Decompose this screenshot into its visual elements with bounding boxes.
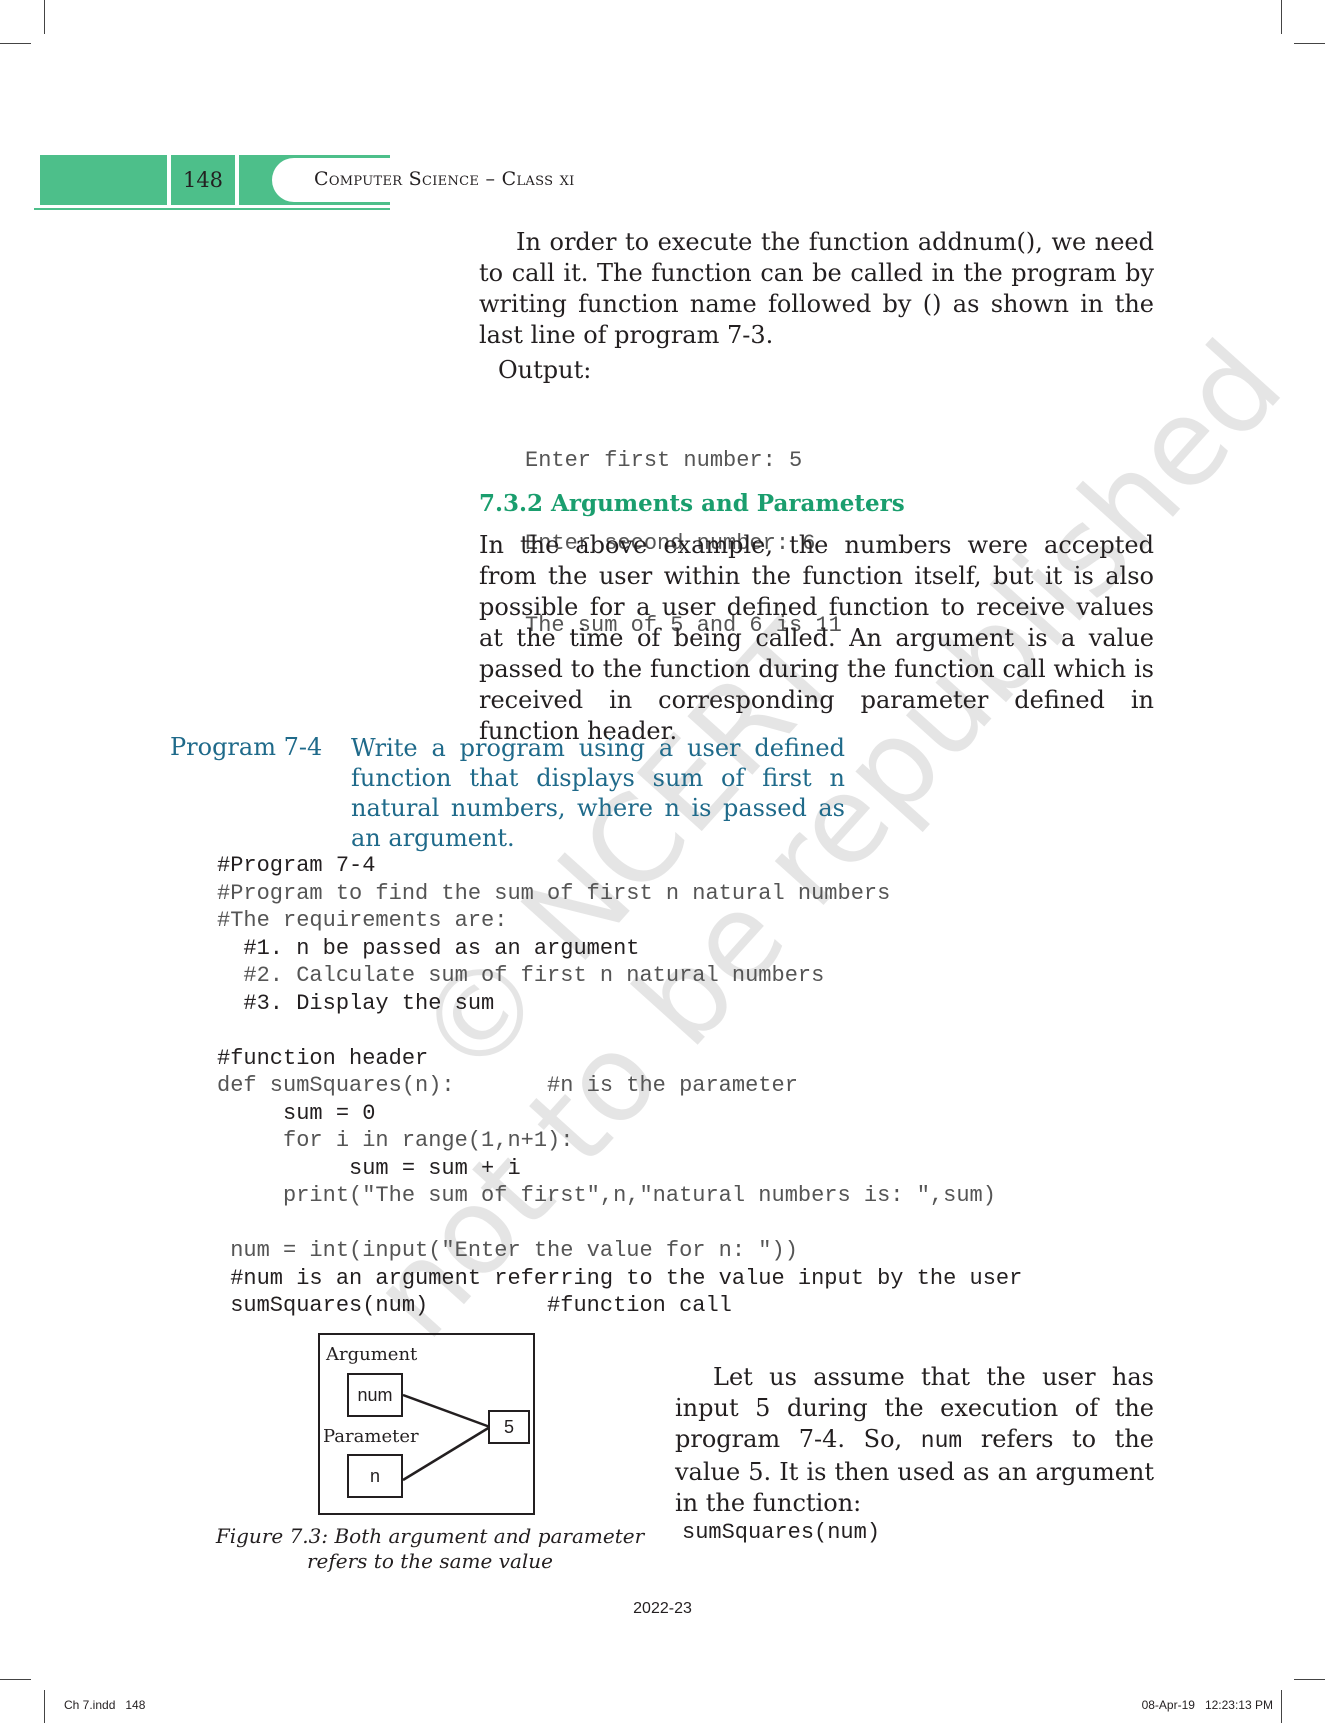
crop-mark — [0, 1679, 31, 1680]
code-line: #2. Calculate sum of first n natural num… — [217, 963, 825, 988]
connector-num-to-value — [402, 1393, 491, 1429]
argument-box-text: num — [357, 1384, 393, 1405]
argument-label: Argument — [326, 1344, 418, 1365]
intro-paragraph: In order to execute the function addnum(… — [479, 228, 1154, 349]
code-line: sumSquares(num) #function call — [217, 1293, 732, 1318]
code-line: #3. Display the sum — [217, 990, 495, 1016]
crop-mark — [44, 1690, 45, 1723]
code-line: for i in range(1,n+1): — [217, 1128, 574, 1153]
program-description: Write a program using a user defined fun… — [351, 733, 845, 853]
section-heading: 7.3.2 Arguments and Parameters — [479, 490, 905, 517]
code-line: #Program 7-4 — [217, 853, 376, 878]
program-description-line: an argument. — [351, 824, 515, 852]
parameter-label: Parameter — [323, 1426, 419, 1447]
crop-mark — [1294, 43, 1325, 44]
code-line: def sumSquares(n): #n is the parameter — [217, 1073, 798, 1098]
header-rule — [34, 208, 390, 210]
code-line: #function header — [217, 1045, 429, 1071]
figure-caption: Figure 7.3: Both argument and parameter … — [200, 1524, 660, 1574]
crop-mark — [44, 0, 45, 34]
code-line: sum = 0 — [217, 1100, 376, 1126]
running-title: Computer Science – Class xi — [314, 168, 575, 190]
program-description-line: natural numbers, where n is passed as — [351, 794, 845, 822]
crop-mark — [1281, 1690, 1282, 1723]
header-block-left — [40, 155, 167, 205]
header-block-page: 148 — [171, 155, 235, 205]
program-description-line: function that displays sum of first n — [351, 764, 845, 792]
parameter-box-text: n — [369, 1465, 380, 1486]
page-number: 148 — [182, 168, 224, 192]
output-label: Output: — [498, 356, 592, 384]
figure-caption-line: Figure 7.3: Both argument and parameter — [215, 1524, 645, 1548]
argument-box: num — [347, 1373, 403, 1417]
side-note-code-word: num — [920, 1428, 963, 1454]
footer-timestamp: 08-Apr-19 12:23:13 PM — [1141, 1698, 1273, 1712]
code-listing: #Program 7-4 #Program to find the sum of… — [217, 852, 1022, 1320]
crop-mark — [1281, 0, 1282, 34]
section-paragraph: In the above example, the numbers were a… — [479, 531, 1154, 745]
program-label: Program 7-4 — [170, 733, 323, 761]
code-line: print("The sum of first",n,"natural numb… — [217, 1183, 996, 1208]
figure-diagram: Argument num Parameter n 5 — [318, 1333, 535, 1515]
footer-file-info: Ch 7.indd 148 — [64, 1698, 146, 1712]
code-line: #num is an argument referring to the val… — [217, 1265, 1023, 1291]
side-note-paragraph: Let us assume that the user has input 5 … — [675, 1362, 1154, 1519]
program-description-line: Write a program using a user defined — [351, 734, 845, 762]
footer-year: 2022-23 — [633, 1600, 692, 1617]
output-line: Enter first number: 5 — [525, 448, 803, 473]
side-note-code: sumSquares(num) — [682, 1520, 881, 1545]
parameter-box: n — [347, 1454, 403, 1498]
crop-mark — [1294, 1679, 1325, 1680]
crop-mark — [0, 43, 31, 44]
code-line: #Program to find the sum of first n natu… — [217, 880, 891, 906]
value-box-text: 5 — [503, 1416, 514, 1437]
figure-caption-line: refers to the same value — [306, 1549, 554, 1573]
code-line: sum = sum + i — [217, 1155, 521, 1181]
code-line: #1. n be passed as an argument — [217, 935, 640, 961]
value-box: 5 — [488, 1410, 530, 1444]
code-line: num = int(input("Enter the value for n: … — [217, 1238, 798, 1263]
code-line: #The requirements are: — [217, 908, 508, 933]
